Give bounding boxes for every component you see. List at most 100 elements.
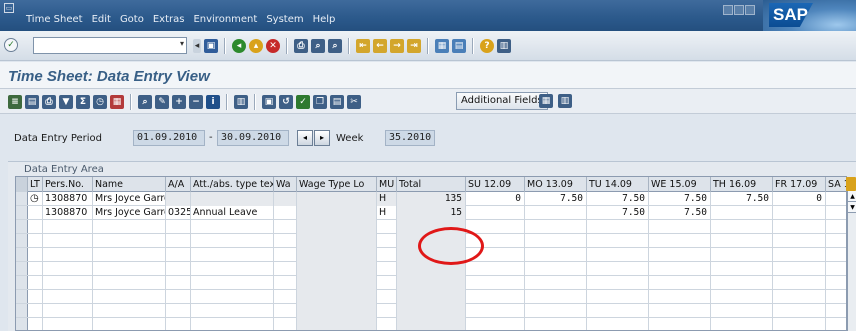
col-lt[interactable]: LT: [28, 177, 43, 192]
table-row[interactable]: [16, 276, 846, 290]
calendar-icon[interactable]: ▦: [110, 95, 124, 109]
cell-su[interactable]: 0: [466, 192, 525, 206]
cell-sa[interactable]: [826, 192, 846, 206]
overview-icon[interactable]: ≡: [8, 95, 22, 109]
select-all-icon[interactable]: [16, 177, 28, 192]
col-wage-type[interactable]: Wage Type Lo: [297, 177, 377, 192]
cell-su[interactable]: [466, 206, 525, 220]
enter-check-icon[interactable]: ✓: [4, 38, 18, 52]
cell-tu[interactable]: 7.50: [587, 206, 649, 220]
edit-icon[interactable]: ✎: [155, 95, 169, 109]
table-row[interactable]: [16, 304, 846, 318]
table-row[interactable]: [16, 290, 846, 304]
release-icon[interactable]: ✓: [296, 95, 310, 109]
minimize-icon[interactable]: [723, 5, 733, 15]
paste-icon[interactable]: ▤: [330, 95, 344, 109]
cell-aa[interactable]: 0325: [166, 206, 191, 220]
clock-icon[interactable]: ◷: [28, 192, 43, 206]
previous-period-icon[interactable]: ◂: [297, 130, 313, 146]
cell-sa[interactable]: [826, 206, 846, 220]
print-icon[interactable]: ⎙: [294, 39, 308, 53]
column-config-icon[interactable]: ▦: [539, 94, 553, 108]
details-icon[interactable]: ▤: [25, 95, 39, 109]
additional-fields-button[interactable]: Additional Fields: [456, 92, 548, 110]
new-session-icon[interactable]: ▦: [435, 39, 449, 53]
cell-mo[interactable]: 7.50: [525, 192, 587, 206]
cell-wa[interactable]: [274, 206, 297, 220]
cell-we[interactable]: 7.50: [649, 206, 711, 220]
shortcut-icon[interactable]: ▤: [452, 39, 466, 53]
find-next-icon[interactable]: ⌕: [328, 39, 342, 53]
cell-aa[interactable]: [166, 192, 191, 206]
layout-icon[interactable]: ▥: [234, 95, 248, 109]
cell-pers-no[interactable]: 1308870: [43, 192, 93, 206]
cancel-icon[interactable]: ✕: [266, 39, 280, 53]
cell-th[interactable]: 7.50: [711, 192, 773, 206]
menu-extras[interactable]: Extras: [153, 14, 185, 25]
column-select-icon[interactable]: ▥: [558, 94, 572, 108]
cell-lt[interactable]: [28, 206, 43, 220]
table-row[interactable]: [16, 318, 846, 330]
next-period-icon[interactable]: ▸: [314, 130, 330, 146]
col-tu[interactable]: TU 14.09: [587, 177, 649, 192]
col-aa[interactable]: A/A: [166, 177, 191, 192]
find-icon[interactable]: ⌕: [311, 39, 325, 53]
period-to-field[interactable]: 30.09.2010: [217, 130, 289, 146]
week-field[interactable]: 35.2010: [385, 130, 435, 146]
last-page-icon[interactable]: ⇥: [407, 39, 421, 53]
col-fr[interactable]: FR 17.09: [773, 177, 826, 192]
col-su[interactable]: SU 12.09: [466, 177, 525, 192]
search-icon[interactable]: ⌕: [138, 95, 152, 109]
first-page-icon[interactable]: ⇤: [356, 39, 370, 53]
clock-icon[interactable]: ◷: [93, 95, 107, 109]
table-row[interactable]: ◷ 1308870 Mrs Joyce Garre H 135 0 7.50 7…: [16, 192, 846, 206]
col-name[interactable]: Name: [93, 177, 166, 192]
command-field[interactable]: ▾: [33, 37, 187, 54]
col-mo[interactable]: MO 13.09: [525, 177, 587, 192]
menu-edit[interactable]: Edit: [92, 14, 111, 25]
back-icon[interactable]: ◂: [232, 39, 246, 53]
col-wa[interactable]: Wa: [274, 177, 297, 192]
menu-system[interactable]: System: [266, 14, 303, 25]
previous-page-icon[interactable]: ←: [373, 39, 387, 53]
filter-icon[interactable]: ▼: [59, 95, 73, 109]
cell-th[interactable]: [711, 206, 773, 220]
save-icon[interactable]: ▣: [204, 39, 218, 53]
document-icon[interactable]: ▣: [262, 95, 276, 109]
col-pers-no[interactable]: Pers.No.: [43, 177, 93, 192]
print-list-icon[interactable]: ⎙: [42, 95, 56, 109]
sum-icon[interactable]: Σ: [76, 95, 90, 109]
close-icon[interactable]: [745, 5, 755, 15]
menu-environment[interactable]: Environment: [193, 14, 257, 25]
info-icon[interactable]: i: [206, 95, 220, 109]
table-row[interactable]: 1308870 Mrs Joyce Garre 0325 Annual Leav…: [16, 206, 846, 220]
cell-mo[interactable]: [525, 206, 587, 220]
col-total[interactable]: Total: [397, 177, 466, 192]
undo-icon[interactable]: ↺: [279, 95, 293, 109]
insert-row-icon[interactable]: +: [172, 95, 186, 109]
help-icon[interactable]: ?: [480, 39, 494, 53]
cell-we[interactable]: 7.50: [649, 192, 711, 206]
vertical-scrollbar[interactable]: ▲ ▼: [847, 191, 856, 331]
table-row[interactable]: [16, 262, 846, 276]
exit-icon[interactable]: ▴: [249, 39, 263, 53]
menu-time-sheet[interactable]: Time Sheet: [26, 14, 83, 25]
copy-icon[interactable]: ❐: [313, 95, 327, 109]
cell-wa[interactable]: [274, 192, 297, 206]
col-att-abs-text[interactable]: Att./abs. type text: [191, 177, 274, 192]
command-dropdown-icon[interactable]: ▾: [180, 39, 184, 48]
col-mu[interactable]: MU: [377, 177, 397, 192]
layout-menu-icon[interactable]: ▥: [497, 39, 511, 53]
menu-goto[interactable]: Goto: [120, 14, 144, 25]
maximize-icon[interactable]: [734, 5, 744, 15]
table-settings-icon[interactable]: [846, 177, 856, 191]
cell-pers-no[interactable]: 1308870: [43, 206, 93, 220]
period-from-field[interactable]: 01.09.2010: [133, 130, 205, 146]
col-we[interactable]: WE 15.09: [649, 177, 711, 192]
col-sa[interactable]: SA 18.09: [826, 177, 846, 192]
menu-help[interactable]: Help: [313, 14, 336, 25]
cell-fr[interactable]: [773, 206, 826, 220]
system-menu-icon[interactable]: ▭: [4, 3, 14, 13]
cell-tu[interactable]: 7.50: [587, 192, 649, 206]
next-page-icon[interactable]: →: [390, 39, 404, 53]
